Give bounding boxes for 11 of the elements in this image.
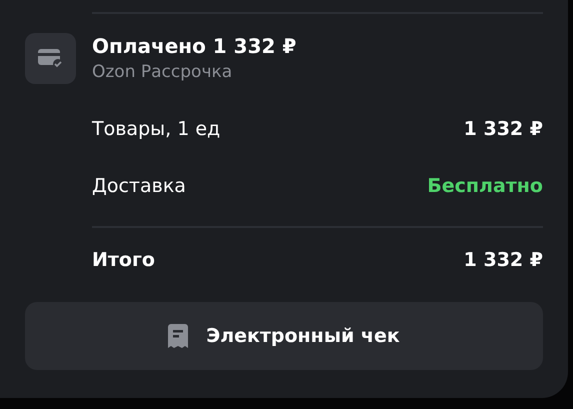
receipt-icon — [168, 324, 188, 348]
total-value: 1 332 ₽ — [464, 249, 543, 271]
receipt-button[interactable]: Электронный чек — [25, 302, 543, 370]
summary-label: Доставка — [92, 174, 186, 196]
summary-value: 1 332 ₽ — [464, 118, 543, 140]
payment-title: Оплачено 1 332 ₽ — [92, 34, 296, 58]
total-label: Итого — [92, 249, 155, 271]
payment-method: Ozon Рассрочка — [92, 62, 234, 82]
summary-label: Товары, 1 ед — [92, 118, 220, 140]
card-icon — [25, 33, 76, 84]
summary-value: Бесплатно — [427, 174, 543, 196]
